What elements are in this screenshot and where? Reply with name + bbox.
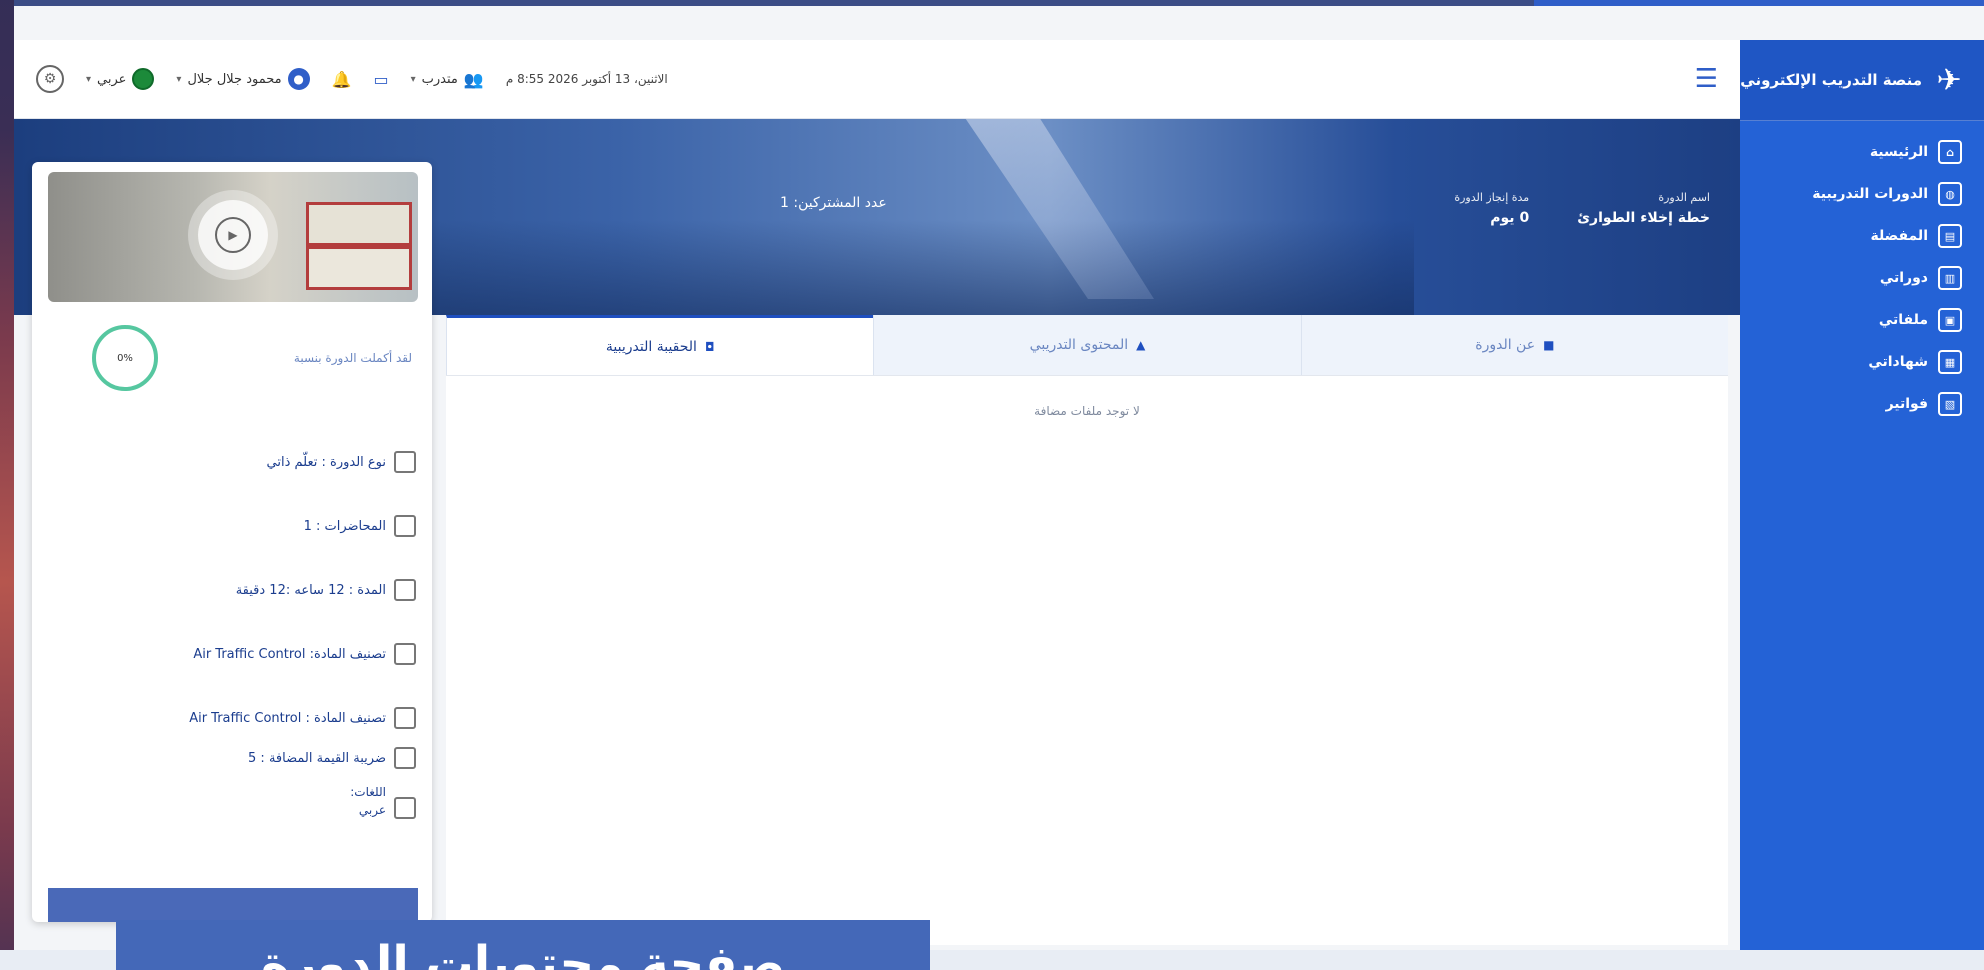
top-header: ☰ ⚙ ▾ عربي ▾ محمود جلال جلال ● 🔔 ▭ ▾ متد… — [14, 40, 1740, 119]
sidebar: ✈ منصة التدريب الإلكتروني ⌂ الرئيسية ◍ ا… — [1740, 40, 1984, 952]
monitor-icon[interactable]: ▭ — [374, 70, 389, 89]
course-name-label: اسم الدورة — [1658, 191, 1710, 204]
sidebar-item-home[interactable]: ⌂ الرئيسية — [1740, 131, 1984, 173]
tab-training-bag[interactable]: ◘ الحقيبة التدريبية — [446, 315, 874, 375]
chevron-down-icon: ▾ — [86, 73, 92, 85]
detail-duration: المدة : 12 ساعه :12 دقيقة — [46, 575, 416, 605]
books-icon: ▥ — [1938, 266, 1962, 290]
current-datetime: الاثنين، 13 أكتوبر 2026 8:55 م — [505, 72, 668, 86]
brand-title: منصة التدريب الإلكتروني — [1740, 71, 1922, 89]
invoice-icon: ▧ — [1938, 392, 1962, 416]
user-menu[interactable]: ▾ محمود جلال جلال ● — [176, 68, 310, 90]
app-window: ✈ منصة التدريب الإلكتروني ⌂ الرئيسية ◍ ا… — [14, 0, 1984, 970]
tax-icon — [394, 747, 416, 769]
briefcase-icon: ◘ — [704, 339, 715, 354]
content-icon: ▲ — [1136, 338, 1146, 352]
course-content-panel: ■ عن الدورة ▲ المحتوى التدريبي ◘ الحقيبة… — [446, 315, 1728, 945]
languages-label: اللغات: — [350, 785, 386, 799]
course-video-thumbnail[interactable]: ▶ — [48, 172, 418, 302]
airplane-logo-icon: ✈ — [1936, 62, 1962, 98]
users-icon: 👥 — [463, 69, 484, 89]
detail-course-type: نوع الدورة : تعلّم ذاتي — [46, 447, 416, 477]
sidebar-item-label: المفضلة — [1870, 228, 1928, 244]
course-tabs: ■ عن الدورة ▲ المحتوى التدريبي ◘ الحقيبة… — [446, 315, 1728, 376]
hamburger-menu-icon[interactable]: ☰ — [1695, 64, 1718, 94]
sidebar-item-invoices[interactable]: ▧ فواتير — [1740, 383, 1984, 425]
subscribers-count: عدد المشتركين: 1 — [780, 195, 887, 211]
user-name: محمود جلال جلال — [187, 71, 282, 87]
chevron-down-icon: ▾ — [410, 73, 416, 85]
tab-training-content[interactable]: ▲ المحتوى التدريبي — [873, 315, 1301, 375]
caption-banner: صفحة محتويات الدورة — [116, 920, 930, 970]
files-icon: ▣ — [1938, 308, 1962, 332]
course-info: اسم الدورة خطة إخلاء الطوارئ مدة إنجاز ا… — [1454, 191, 1710, 226]
course-details-list: نوع الدورة : تعلّم ذاتي المحاضرات : 1 ال… — [46, 447, 416, 819]
role-selector[interactable]: ▾ متدرب 👥 — [411, 70, 484, 89]
sidebar-item-label: شهاداتي — [1868, 354, 1928, 370]
progress-ring: 0% — [92, 325, 158, 391]
sidebar-item-label: ملفاتي — [1878, 312, 1928, 328]
role-label: متدرب — [421, 71, 458, 87]
clock-document-icon — [394, 579, 416, 601]
course-duration-block: مدة إنجاز الدورة 0 يوم — [1454, 191, 1529, 226]
sidebar-item-my-courses[interactable]: ▥ دوراتي — [1740, 257, 1984, 299]
languages-value: عربي — [358, 803, 386, 817]
sidebar-item-label: الدورات التدريبية — [1812, 186, 1928, 202]
sidebar-item-courses[interactable]: ◍ الدورات التدريبية — [1740, 173, 1984, 215]
bookmark-icon: ■ — [1543, 338, 1555, 352]
detail-languages: اللغات: عربي — [46, 783, 416, 819]
book-icon — [394, 515, 416, 537]
language-icon — [394, 797, 416, 819]
course-duration-label: مدة إنجاز الدورة — [1454, 191, 1530, 204]
course-summary-card: ▶ لقد أكملت الدورة بنسبة 0% نوع الدورة :… — [32, 162, 432, 922]
sidebar-item-label: دوراتي — [1879, 270, 1928, 286]
category-icon — [394, 643, 416, 665]
course-progress: لقد أكملت الدورة بنسبة 0% — [48, 318, 418, 398]
play-button[interactable]: ▶ — [198, 200, 268, 270]
progress-label: لقد أكملت الدورة بنسبة — [293, 351, 412, 365]
user-avatar-icon: ● — [287, 68, 310, 90]
language-flag-icon — [132, 68, 155, 90]
top-strip — [14, 0, 1984, 6]
settings-gear-icon[interactable]: ⚙ — [36, 65, 64, 93]
caption-text: صفحة محتويات الدورة — [260, 936, 786, 970]
brand[interactable]: ✈ منصة التدريب الإلكتروني — [1740, 40, 1984, 121]
book-icon — [394, 451, 416, 473]
course-name: خطة إخلاء الطوارئ — [1577, 210, 1710, 226]
course-duration: 0 يوم — [1490, 210, 1530, 226]
home-icon: ⌂ — [1938, 140, 1962, 164]
card-footer-bar — [48, 888, 418, 922]
detail-subcategory: تصنيف المادة : Air Traffic Control — [46, 703, 416, 733]
language-selector[interactable]: ▾ عربي — [86, 68, 155, 90]
bookmark-icon: ▤ — [1938, 224, 1962, 248]
detail-category: تصنيف المادة: Air Traffic Control — [46, 639, 416, 669]
sidebar-item-favorites[interactable]: ▤ المفضلة — [1740, 215, 1984, 257]
header-toolbar: ⚙ ▾ عربي ▾ محمود جلال جلال ● 🔔 ▭ ▾ متدرب… — [36, 62, 668, 96]
sidebar-item-label: فواتير — [1885, 396, 1928, 412]
detail-lectures: المحاضرات : 1 — [46, 511, 416, 541]
play-icon: ▶ — [215, 217, 251, 253]
chevron-down-icon: ▾ — [176, 73, 182, 85]
sidebar-nav: ⌂ الرئيسية ◍ الدورات التدريبية ▤ المفضلة… — [1740, 121, 1984, 425]
language-label: عربي — [97, 71, 127, 87]
runway-background — [314, 220, 1414, 315]
detail-vat: ضريبة القيمة المضافة : 5 — [46, 743, 416, 773]
certificate-icon: ▦ — [1938, 350, 1962, 374]
sidebar-item-my-files[interactable]: ▣ ملفاتي — [1740, 299, 1984, 341]
tab-about-course[interactable]: ■ عن الدورة — [1300, 315, 1728, 375]
globe-icon: ◍ — [1938, 182, 1962, 206]
sidebar-item-certificates[interactable]: ▦ شهاداتي — [1740, 341, 1984, 383]
notifications-bell-icon[interactable]: 🔔 — [332, 70, 352, 89]
person-icon — [394, 707, 416, 729]
sidebar-item-label: الرئيسية — [1869, 144, 1928, 160]
empty-files-message: لا توجد ملفات مضافة — [1034, 404, 1140, 418]
course-name-block: اسم الدورة خطة إخلاء الطوارئ — [1577, 191, 1710, 226]
